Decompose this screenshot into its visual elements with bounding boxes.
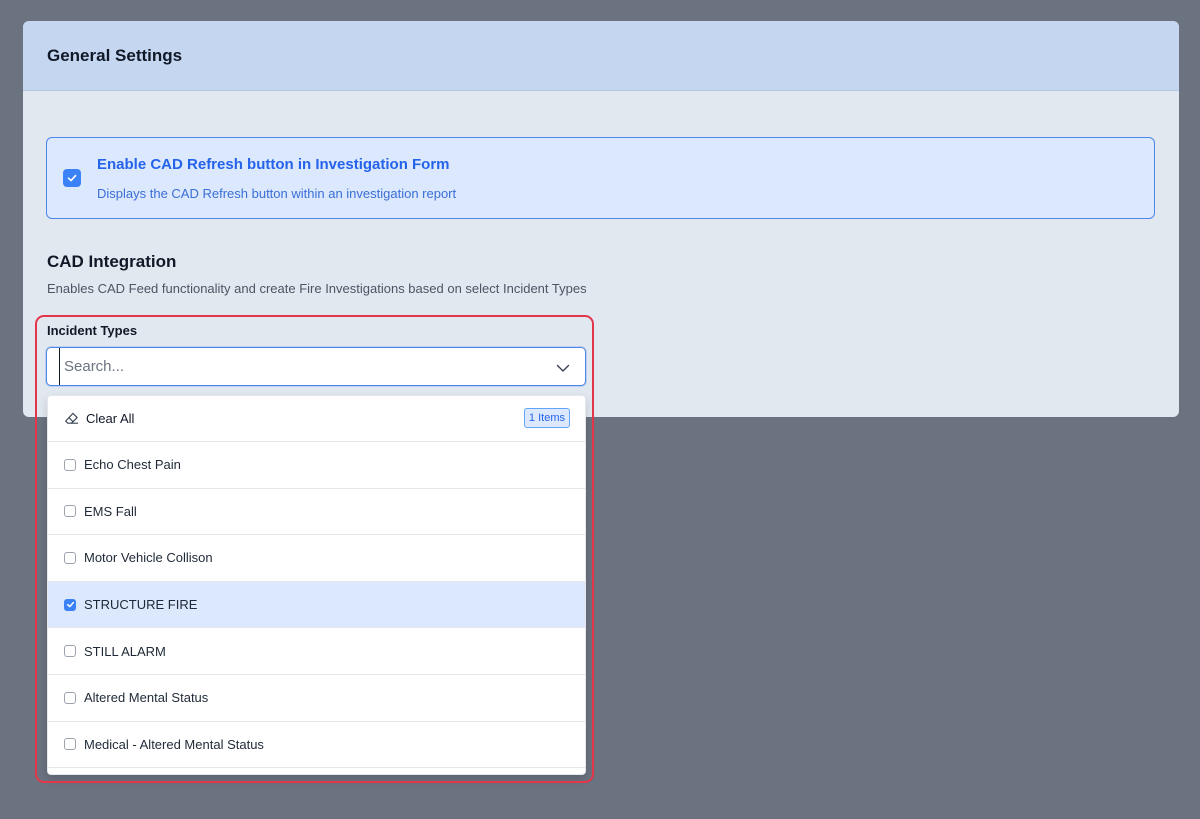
cad-refresh-option-card[interactable]: Enable CAD Refresh button in Investigati… — [46, 137, 1155, 219]
cad-refresh-checkbox[interactable] — [63, 169, 81, 187]
incident-types-highlight-outline — [35, 315, 594, 783]
panel-header: General Settings — [23, 21, 1179, 91]
cad-integration-title: CAD Integration — [47, 252, 177, 271]
cad-refresh-option-description: Displays the CAD Refresh button within a… — [97, 186, 457, 201]
panel-title: General Settings — [47, 45, 183, 65]
check-icon — [67, 174, 77, 182]
cad-integration-description: Enables CAD Feed functionality and creat… — [47, 281, 587, 296]
cad-refresh-option-title: Enable CAD Refresh button in Investigati… — [97, 156, 450, 173]
